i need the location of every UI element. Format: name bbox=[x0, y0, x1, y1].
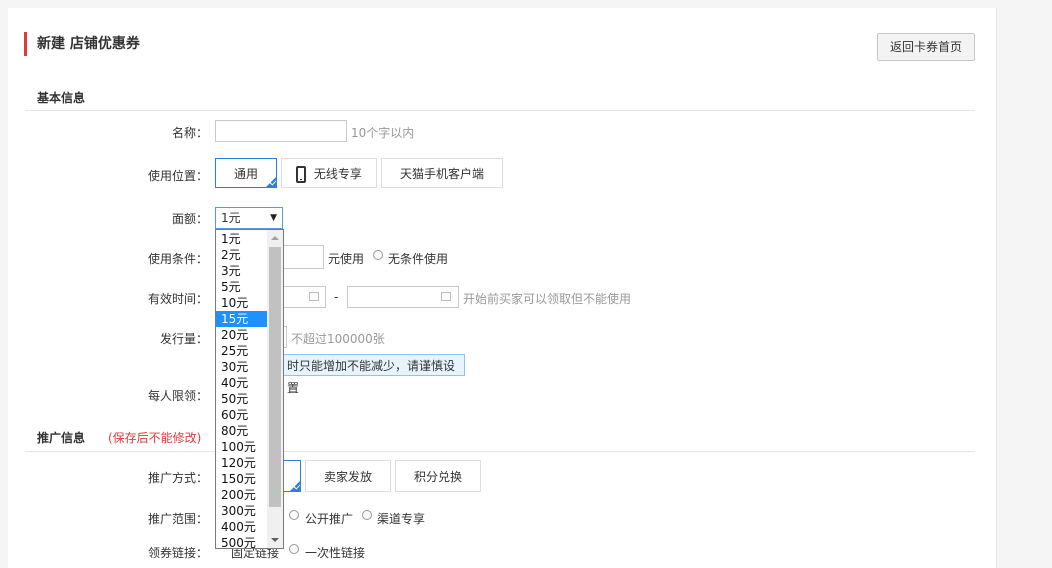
calendar-icon[interactable] bbox=[441, 292, 451, 301]
condition-label: 使用条件： bbox=[147, 252, 208, 266]
amount-option[interactable]: 300元 bbox=[216, 503, 267, 519]
amount-option[interactable]: 1元 bbox=[216, 231, 267, 247]
promo-section-title: 推广信息 bbox=[37, 431, 86, 445]
amount-select[interactable]: 1元 ▼ bbox=[215, 207, 283, 229]
link-onetime-radio[interactable] bbox=[289, 544, 299, 554]
page-title: 新建 店铺优惠券 bbox=[24, 32, 140, 56]
amount-option[interactable]: 10元 bbox=[216, 295, 267, 311]
position-option-label: 天猫手机客户端 bbox=[399, 167, 484, 181]
section-divider bbox=[25, 451, 975, 452]
amount-option[interactable]: 5元 bbox=[216, 279, 267, 295]
limit-label: 每人限领： bbox=[147, 389, 208, 403]
amount-option[interactable]: 15元 bbox=[216, 311, 267, 327]
scope-public-radio[interactable] bbox=[289, 510, 299, 520]
amount-option[interactable]: 80元 bbox=[216, 423, 267, 439]
amount-option[interactable]: 30元 bbox=[216, 359, 267, 375]
amount-option[interactable]: 400元 bbox=[216, 519, 267, 535]
amount-option[interactable]: 150元 bbox=[216, 471, 267, 487]
condition-unit: 元使用 bbox=[328, 252, 365, 266]
amount-option[interactable]: 40元 bbox=[216, 375, 267, 391]
method-option-points[interactable]: 积分兑换 bbox=[395, 460, 481, 492]
amount-option[interactable]: 25元 bbox=[216, 343, 267, 359]
position-option-label: 通用 bbox=[233, 167, 258, 181]
promo-section-note: (保存后不能修改) bbox=[108, 431, 202, 445]
no-condition-label: 无条件使用 bbox=[388, 252, 449, 266]
calendar-icon[interactable] bbox=[309, 292, 319, 301]
back-to-coupons-button[interactable]: 返回卡券首页 bbox=[877, 33, 975, 61]
amount-option[interactable]: 20元 bbox=[216, 327, 267, 343]
method-option-label: 卖家发放 bbox=[323, 470, 372, 484]
issue-label: 发行量： bbox=[159, 332, 208, 346]
amount-option[interactable]: 2元 bbox=[216, 247, 267, 263]
amount-option[interactable]: 120元 bbox=[216, 455, 267, 471]
position-option-tmall-app[interactable]: 天猫手机客户端 bbox=[381, 158, 503, 188]
link-label: 领券链接： bbox=[147, 546, 208, 560]
check-corner-icon bbox=[265, 176, 277, 188]
amount-label: 面额： bbox=[171, 212, 208, 226]
date-separator: - bbox=[334, 290, 339, 304]
name-hint: 10个字以内 bbox=[351, 126, 415, 140]
phone-icon bbox=[296, 166, 307, 183]
dropdown-scrollbar[interactable] bbox=[267, 230, 283, 548]
method-option-seller[interactable]: 卖家发放 bbox=[305, 460, 391, 492]
link-onetime-label: 一次性链接 bbox=[305, 546, 366, 560]
issue-hint: 不超过100000张 bbox=[291, 332, 385, 346]
position-option-general[interactable]: 通用 bbox=[215, 158, 277, 188]
method-label: 推广方式： bbox=[147, 471, 208, 485]
name-input[interactable] bbox=[215, 120, 347, 142]
scope-channel-label: 渠道专享 bbox=[377, 512, 426, 526]
check-corner-icon bbox=[289, 480, 301, 492]
start-date-input[interactable] bbox=[280, 286, 326, 308]
position-option-label: 无线专享 bbox=[313, 167, 362, 181]
condition-amount-input[interactable] bbox=[280, 245, 324, 269]
name-label: 名称： bbox=[171, 126, 208, 140]
scroll-down-arrow-icon[interactable] bbox=[271, 538, 279, 542]
position-option-wireless[interactable]: 无线专享 bbox=[281, 158, 377, 188]
amount-option[interactable]: 50元 bbox=[216, 391, 267, 407]
dropdown-arrow-icon: ▼ bbox=[270, 213, 277, 223]
section-divider bbox=[25, 110, 975, 111]
amount-option[interactable]: 100元 bbox=[216, 439, 267, 455]
position-label: 使用位置： bbox=[147, 169, 208, 183]
amount-option[interactable]: 3元 bbox=[216, 263, 267, 279]
amount-dropdown-list[interactable]: 500元 400元 300元 200元 150元 120元 100元 80元 60元 50元 40元… bbox=[215, 229, 284, 549]
basic-info-section-title: 基本信息 bbox=[37, 91, 86, 105]
scope-public-label: 公开推广 bbox=[305, 512, 354, 526]
scroll-up-arrow-icon[interactable] bbox=[271, 236, 279, 240]
time-label: 有效时间： bbox=[147, 292, 208, 306]
time-hint: 开始前买家可以领取但不能使用 bbox=[463, 292, 632, 306]
method-option-label: 积分兑换 bbox=[413, 470, 462, 484]
amount-option[interactable]: 60元 bbox=[216, 407, 267, 423]
amount-select-value: 1元 bbox=[221, 211, 241, 225]
issue-notice: 时只能增加不能减少，请谨慎设置 bbox=[280, 354, 465, 395]
scrollbar-thumb[interactable] bbox=[269, 247, 281, 507]
scope-channel-radio[interactable] bbox=[362, 510, 372, 520]
amount-option[interactable]: 500元 bbox=[216, 535, 267, 548]
amount-option[interactable]: 200元 bbox=[216, 487, 267, 503]
scope-label: 推广范围： bbox=[147, 512, 208, 526]
no-condition-radio[interactable] bbox=[373, 250, 383, 260]
